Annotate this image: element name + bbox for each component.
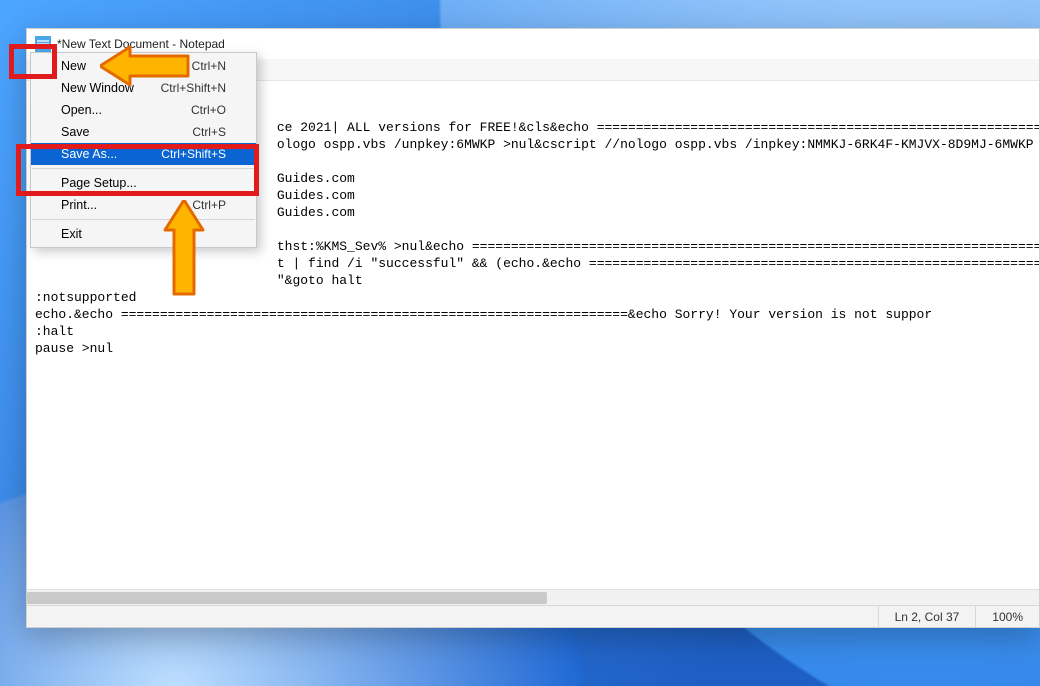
menu-item-label: New Window [61, 81, 161, 95]
notepad-icon [35, 36, 51, 52]
menu-item-exit[interactable]: Exit [31, 223, 256, 245]
menu-item-label: Save As... [61, 147, 161, 161]
menu-separator [32, 219, 255, 220]
menu-item-save-as[interactable]: Save As... Ctrl+Shift+S [31, 143, 256, 165]
menu-item-shortcut: Ctrl+O [191, 103, 226, 117]
menu-item-label: Open... [61, 103, 191, 117]
status-position: Ln 2, Col 37 [878, 606, 976, 627]
menu-item-label: Page Setup... [61, 176, 226, 190]
menu-item-open[interactable]: Open... Ctrl+O [31, 99, 256, 121]
menu-item-shortcut: Ctrl+Shift+N [161, 81, 226, 95]
menu-item-shortcut: Ctrl+Shift+S [161, 147, 226, 161]
menu-item-label: Exit [61, 227, 226, 241]
file-dropdown: New Ctrl+N New Window Ctrl+Shift+N Open.… [30, 52, 257, 248]
menu-item-label: Print... [61, 198, 192, 212]
menu-separator [32, 168, 255, 169]
statusbar: Ln 2, Col 37 100% [27, 605, 1039, 627]
horizontal-scrollbar[interactable] [27, 589, 1039, 605]
status-zoom: 100% [975, 606, 1039, 627]
scrollbar-thumb[interactable] [27, 592, 547, 604]
menu-item-new[interactable]: New Ctrl+N [31, 55, 256, 77]
menu-item-shortcut: Ctrl+N [192, 59, 226, 73]
menu-item-new-window[interactable]: New Window Ctrl+Shift+N [31, 77, 256, 99]
menu-item-save[interactable]: Save Ctrl+S [31, 121, 256, 143]
menu-item-label: New [61, 59, 192, 73]
menu-item-label: Save [61, 125, 192, 139]
menu-item-shortcut: Ctrl+P [192, 198, 226, 212]
menu-item-print[interactable]: Print... Ctrl+P [31, 194, 256, 216]
menu-item-shortcut: Ctrl+S [192, 125, 226, 139]
menu-item-page-setup[interactable]: Page Setup... [31, 172, 256, 194]
window-title: *New Text Document - Notepad [57, 37, 225, 51]
